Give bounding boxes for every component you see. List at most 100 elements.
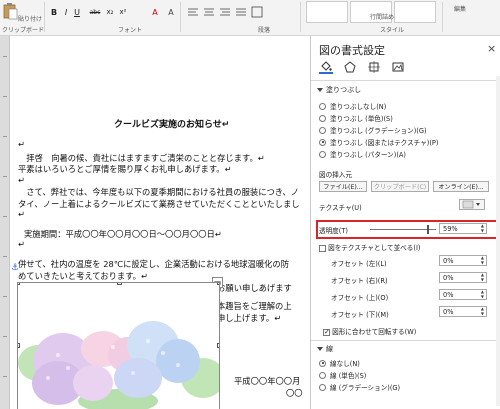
resize-handle[interactable] <box>18 343 20 348</box>
radio-button[interactable] <box>319 114 326 122</box>
ruler-tick <box>3 216 7 217</box>
underline-button[interactable]: U <box>73 6 81 18</box>
line-radio-gradient[interactable]: 線 (グラデーション)(G) <box>319 382 400 392</box>
doc-line: 〇〇 <box>286 388 303 398</box>
resize-handle[interactable] <box>18 283 20 285</box>
effects-tab[interactable] <box>343 60 357 74</box>
ribbon: 貼り付け クリップボード B I U abc x₂ x² A A フォント 段落… <box>0 0 500 36</box>
insert-from-label: 図の挿入元 <box>319 171 352 179</box>
bold-button[interactable]: B <box>50 6 58 18</box>
offset-right-input[interactable]: 0% ▲ ▼ <box>439 272 487 283</box>
doc-line: 実施期間：平成〇〇年〇〇月〇〇日～〇〇月〇〇日↵ <box>24 229 222 239</box>
pentagon-icon <box>344 61 356 73</box>
superscript-button[interactable]: x² <box>118 6 128 18</box>
line-radio-solid[interactable]: 線 (単色)(S) <box>319 370 366 380</box>
close-icon[interactable]: × <box>487 42 496 55</box>
spin-arrows-icon[interactable]: ▲ ▼ <box>481 306 484 316</box>
offset-value: 0% <box>443 290 454 299</box>
style-box-1[interactable] <box>306 1 348 23</box>
online-button[interactable]: オンライン(E)... <box>433 181 489 192</box>
tile-label: 図をテクスチャとして並べる(I) <box>328 244 421 252</box>
fill-radio-picture[interactable]: 塗りつぶし (図またはテクスチャ)(P) <box>319 137 438 147</box>
offset-left-label: オフセット (左)(L) <box>331 260 387 268</box>
document-title: クールビズ実施のお知らせ↵ <box>114 120 230 130</box>
tile-checkbox[interactable] <box>319 244 326 252</box>
doc-line: さて、弊社では、今年度も以下の夏季期間における社員の服装につき、ノ <box>18 187 300 197</box>
fill-radio-none[interactable]: 塗りつぶしなし(N) <box>319 101 386 111</box>
picture-tab[interactable] <box>391 60 405 74</box>
rotate-checkbox-row[interactable]: 図形に合わせて回転する(W) <box>323 326 416 336</box>
fill-radio-gradient[interactable]: 塗りつぶし (グラデーション)(G) <box>319 125 427 135</box>
fill-radio-solid[interactable]: 塗りつぶし (単色)(S) <box>319 113 393 123</box>
picture-icon <box>392 62 404 72</box>
doc-line: 平成〇〇年〇〇月 <box>234 376 301 386</box>
radio-button[interactable] <box>319 150 326 158</box>
radio-button[interactable] <box>319 126 326 134</box>
radio-label: 塗りつぶし (グラデーション)(G) <box>330 127 427 135</box>
texture-icon <box>462 200 480 209</box>
divider <box>311 340 500 341</box>
pane-scrollbar[interactable] <box>496 76 500 406</box>
line-section-header[interactable]: 線 <box>317 344 333 354</box>
style-box-3[interactable] <box>394 1 436 23</box>
layout-size-tab[interactable] <box>367 60 381 74</box>
document-page[interactable]: クールビズ実施のお知らせ↵ ↵ 拝啓 向暑の候、貴社にはますますご清栄のことと存… <box>10 36 310 409</box>
fill-line-tab[interactable] <box>319 60 333 74</box>
radio-label: 線なし(N) <box>330 360 360 368</box>
fill-section-header[interactable]: 塗りつぶし <box>317 85 361 95</box>
rotate-checkbox[interactable] <box>323 328 330 336</box>
paragraph-buttons-icon[interactable] <box>186 6 266 18</box>
tile-checkbox-row[interactable]: 図をテクスチャとして並べる(I) <box>319 242 420 252</box>
fill-section-label: 塗りつぶし <box>326 86 362 94</box>
doc-line: 平素はいろいろとご厚情を賜り厚くお礼申しあげます。↵ <box>18 164 232 174</box>
offset-top-label: オフセット (上)(O) <box>331 294 389 302</box>
texture-dropdown[interactable] <box>459 199 485 210</box>
edit-group-label: 編集 <box>454 6 467 13</box>
doc-line: ↵ <box>18 209 25 219</box>
paste-icon[interactable] <box>2 2 18 20</box>
subscript-button[interactable]: x₂ <box>105 6 115 18</box>
clipboard-button[interactable]: クリップボード(C) <box>371 181 429 192</box>
char-shading-button[interactable]: A <box>166 6 176 18</box>
font-color-button[interactable]: A <box>150 6 160 18</box>
radio-button[interactable] <box>319 102 326 110</box>
line-section-label: 線 <box>326 345 333 353</box>
radio-button[interactable] <box>319 359 326 367</box>
ruler-tick <box>3 136 7 137</box>
anchor-icon[interactable]: ⚓ <box>11 263 19 273</box>
separator <box>44 2 45 32</box>
radio-label: 線 (単色)(S) <box>330 372 367 380</box>
offset-bottom-input[interactable]: 0% ▲ ▼ <box>439 306 487 317</box>
pane-title: 図の書式設定 <box>319 44 385 57</box>
radio-button[interactable] <box>319 138 326 146</box>
italic-button[interactable]: I <box>62 6 70 18</box>
texture-label: テクスチャ(U) <box>319 204 362 212</box>
radio-label: 塗りつぶし (図またはテクスチャ)(P) <box>330 139 439 147</box>
resize-handle[interactable] <box>217 283 219 285</box>
hydrangea-illustration <box>18 283 219 409</box>
offset-bottom-label: オフセット (下)(M) <box>331 311 389 319</box>
hydrangea-image[interactable] <box>17 282 220 409</box>
size-icon <box>368 61 380 73</box>
radio-label: 塗りつぶしなし(N) <box>330 103 387 111</box>
ruler-tick <box>3 176 7 177</box>
offset-left-input[interactable]: 0% ▲ ▼ <box>439 255 487 266</box>
style-group-label: スタイル <box>380 27 405 34</box>
spin-arrows-icon[interactable]: ▲ ▼ <box>481 289 484 299</box>
radio-label: 塗りつぶし (単色)(S) <box>330 115 393 123</box>
spin-arrows-icon[interactable]: ▲ ▼ <box>481 255 484 265</box>
spin-arrows-icon[interactable]: ▲ ▼ <box>481 272 484 282</box>
resize-handle[interactable] <box>217 343 219 348</box>
line-radio-none[interactable]: 線なし(N) <box>319 358 360 368</box>
resize-handle[interactable] <box>117 283 122 285</box>
offset-top-input[interactable]: 0% ▲ ▼ <box>439 289 487 300</box>
fill-radio-pattern[interactable]: 塗りつぶし (パターン)(A) <box>319 149 406 159</box>
file-button[interactable]: ファイル(E)... <box>319 181 367 192</box>
radio-button[interactable] <box>319 371 326 379</box>
radio-label: 塗りつぶし (パターン)(A) <box>330 151 406 159</box>
strikethrough-button[interactable]: abc <box>88 6 102 18</box>
line-spacing-label: 行間詰め <box>370 14 395 21</box>
separator <box>180 2 181 32</box>
ruler-tick <box>3 336 7 337</box>
radio-button[interactable] <box>319 383 326 391</box>
